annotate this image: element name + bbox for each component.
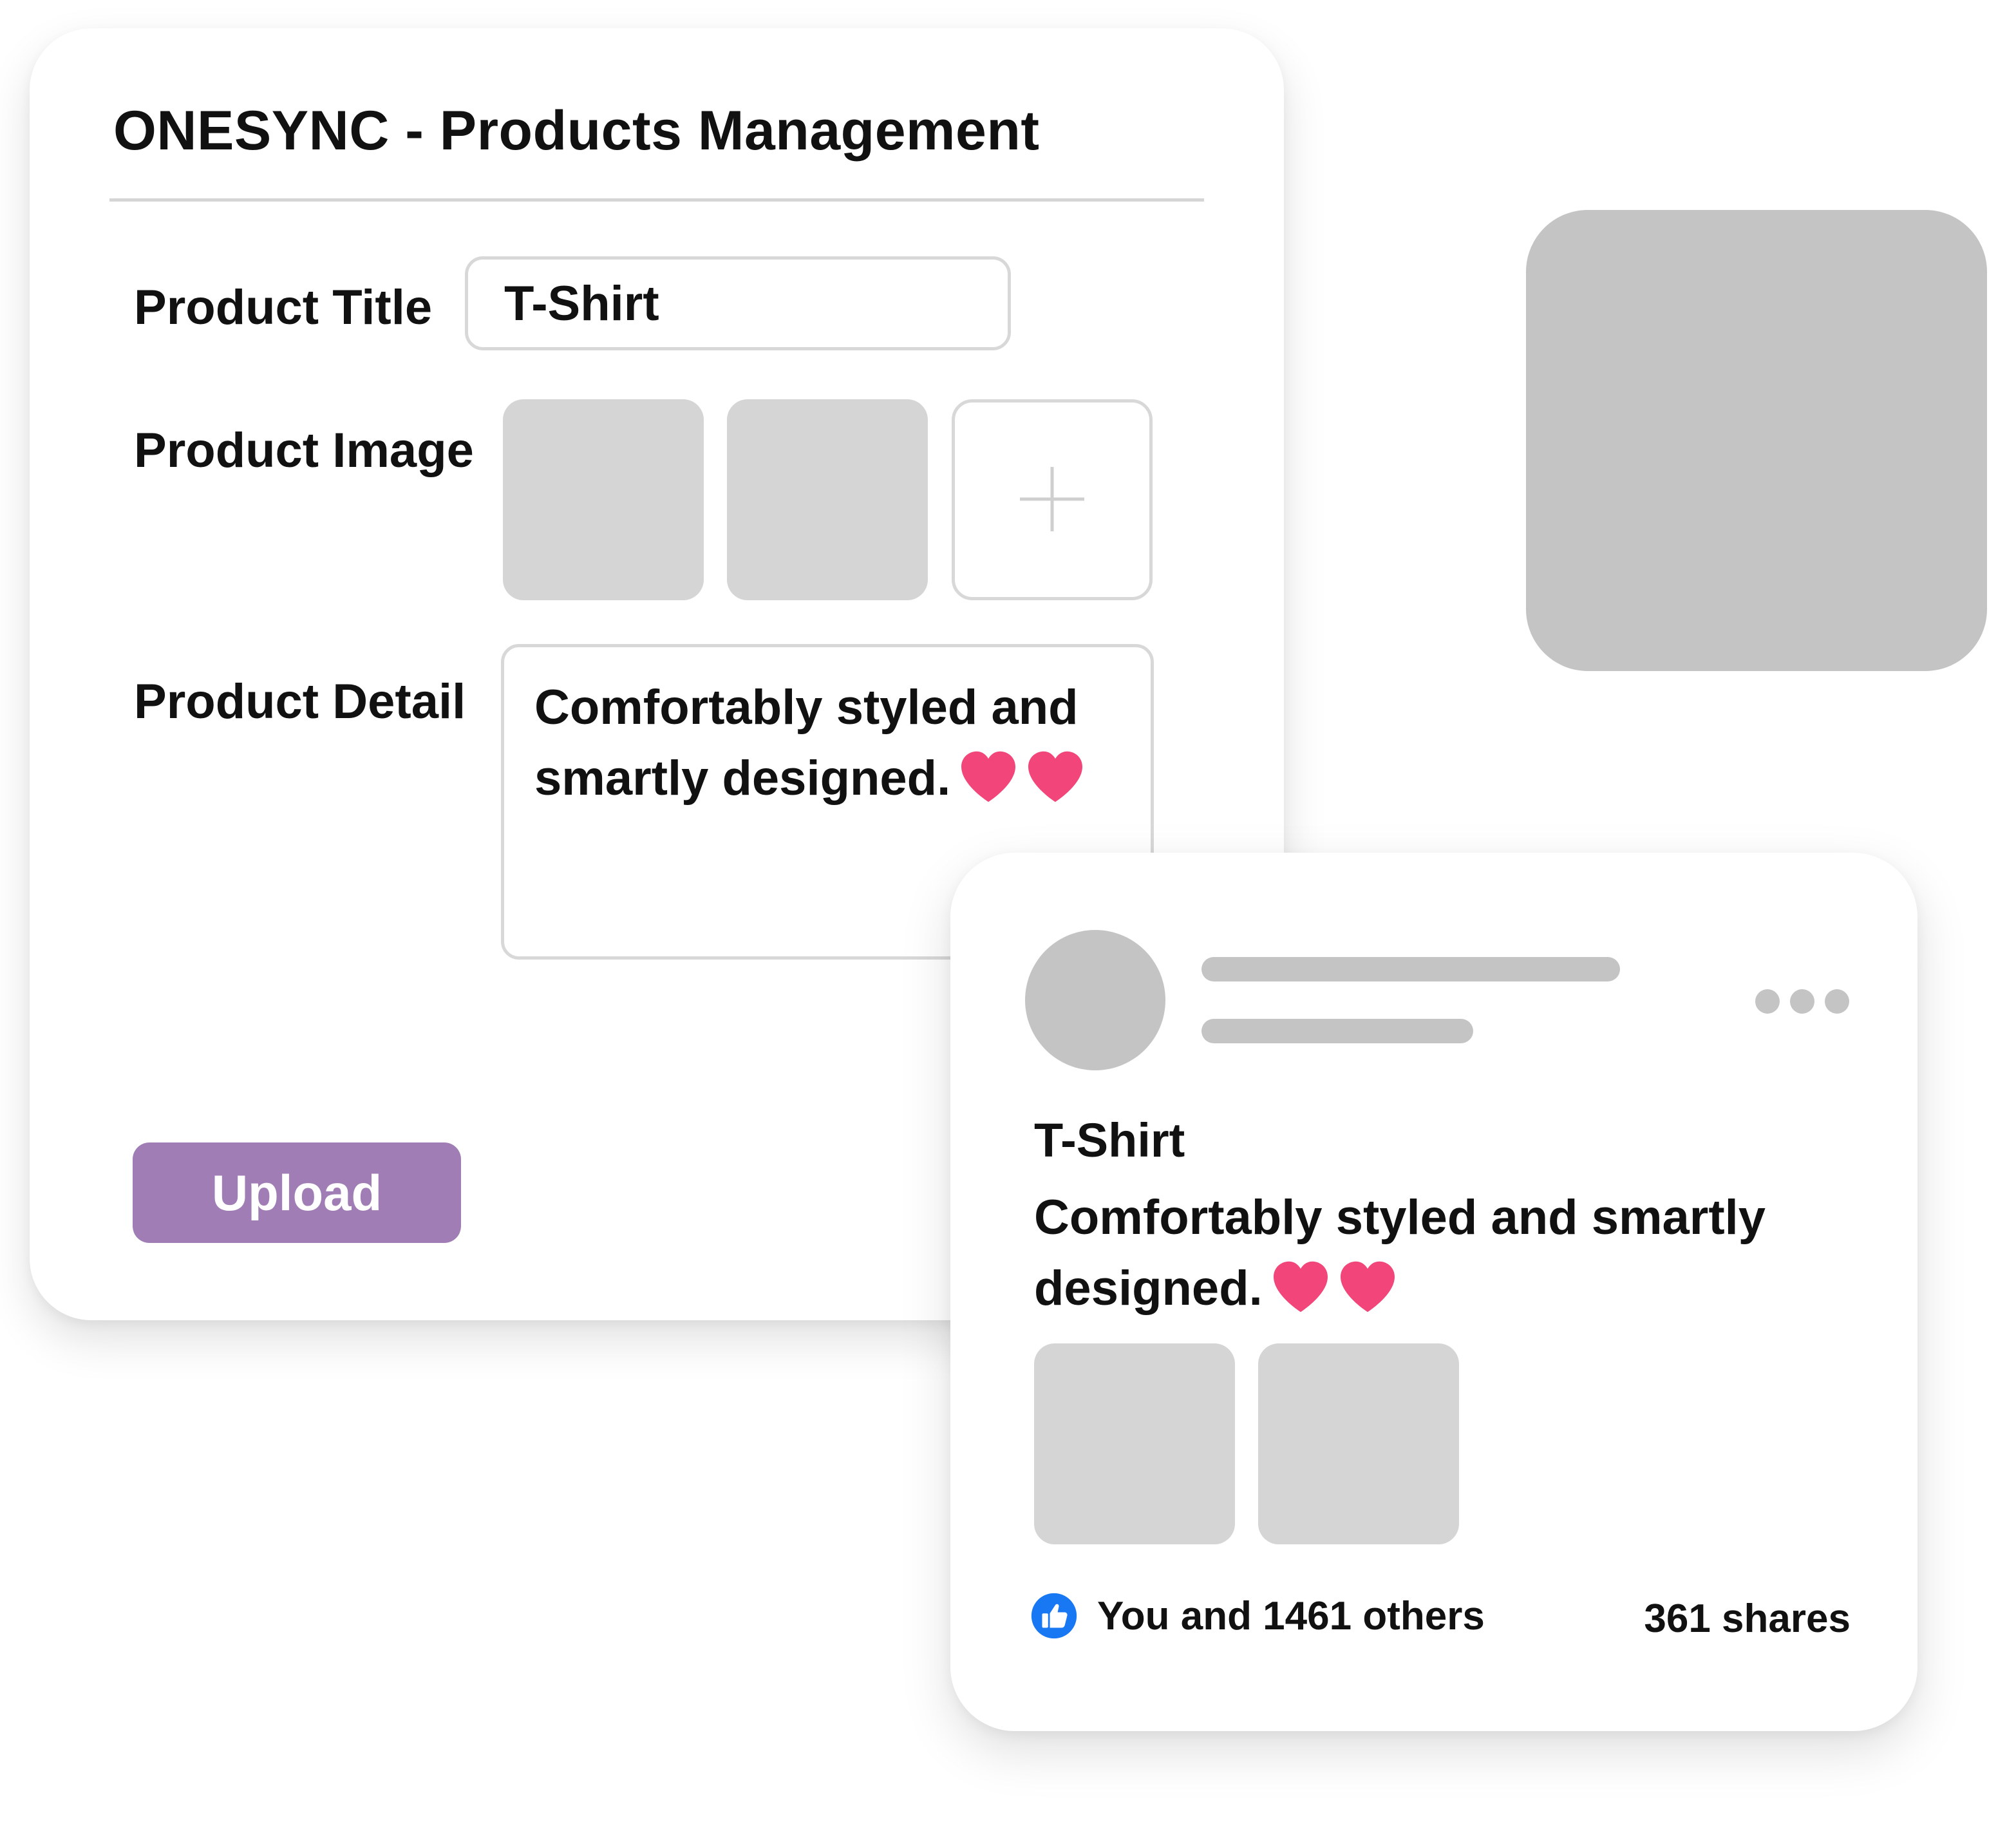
- heart-icon: [1339, 1260, 1397, 1314]
- avatar[interactable]: [1025, 930, 1165, 1070]
- post-image-thumbnail[interactable]: [1258, 1343, 1459, 1544]
- preview-image-placeholder: [1526, 210, 1987, 671]
- thumbs-up-icon[interactable]: [1030, 1592, 1078, 1640]
- post-body: Comfortably styled and smartly designed.: [1034, 1190, 1766, 1316]
- page-title: ONESYNC - Products Management: [113, 100, 1040, 162]
- post-image-thumbnail[interactable]: [1034, 1343, 1235, 1544]
- add-image-button[interactable]: [952, 399, 1153, 600]
- title-divider: [109, 198, 1204, 202]
- plus-icon: [1020, 467, 1084, 531]
- product-image-thumbnail[interactable]: [503, 399, 704, 600]
- product-detail-value: Comfortably styled and smartly designed.: [534, 672, 1114, 814]
- author-name-placeholder: [1201, 957, 1620, 981]
- heart-icon: [1272, 1260, 1330, 1314]
- heart-icon: [959, 750, 1017, 804]
- social-post-preview: T-Shirt Comfortably styled and smartly d…: [950, 853, 1917, 1731]
- post-text: Comfortably styled and smartly designed.: [1034, 1182, 1845, 1324]
- post-meta-placeholder: [1201, 1019, 1473, 1043]
- product-title-input[interactable]: [465, 256, 1011, 350]
- post-title: T-Shirt: [1034, 1114, 1185, 1167]
- product-image-label: Product Image: [134, 423, 474, 478]
- likes-count[interactable]: You and 1461 others: [1097, 1592, 1485, 1641]
- product-title-label: Product Title: [134, 280, 433, 335]
- more-dots-icon[interactable]: [1755, 987, 1858, 1015]
- upload-button[interactable]: Upload: [133, 1142, 461, 1243]
- product-image-thumbnail[interactable]: [727, 399, 928, 600]
- product-detail-label: Product Detail: [134, 674, 466, 729]
- heart-icon: [1026, 750, 1084, 804]
- shares-count[interactable]: 361 shares: [1644, 1595, 1851, 1644]
